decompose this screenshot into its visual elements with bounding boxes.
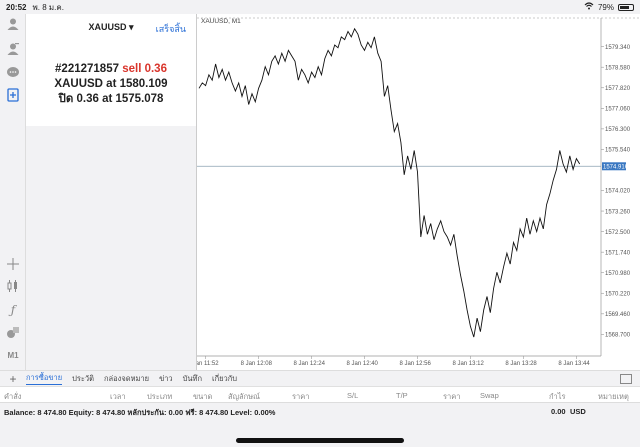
status-bar: 20:52 พ. 8 ม.ค. 79% <box>0 0 640 14</box>
tab-journal[interactable]: บันทึก <box>183 373 202 385</box>
add-icon[interactable]: + <box>0 372 26 386</box>
col-swap: Swap <box>480 391 499 400</box>
price-tick-label: 1575.540 <box>605 148 631 154</box>
date: พ. 8 ม.ค. <box>32 2 64 12</box>
left-toolbar: ƒ M1 <box>0 14 26 370</box>
col-sl: S/L <box>347 391 359 400</box>
balance-profit: 0.00 <box>551 407 566 416</box>
battery-icon <box>618 3 634 11</box>
trade-table-header: คำสั่ง เวลา ประเภท ขนาด สัญลักษณ์ ราคา S… <box>0 386 640 402</box>
person-add-icon[interactable] <box>5 41 21 57</box>
chart-svg: XAUUSD, M1 1579.340 1578.580 1577.820 1577.0… <box>197 17 640 367</box>
price-tick-label: 1570.220 <box>605 291 631 297</box>
order-side: sell 0.36 <box>122 63 167 75</box>
order-open-line: XAUUSD at 1580.109 <box>54 78 168 90</box>
tab-history[interactable]: ประวัติ <box>72 373 94 385</box>
price-tick-label: 1574.020 <box>605 189 631 195</box>
order-close-line: ปิด 0.36 at 1575.078 <box>58 93 164 105</box>
time-tick-label: 8 Jan 12:40 <box>347 361 379 367</box>
col-tp: T/P <box>396 391 408 400</box>
function-icon[interactable]: ƒ <box>5 302 21 318</box>
battery-percent: 79% <box>597 2 614 12</box>
tab-mailbox[interactable]: กล่องจดหมาย <box>104 373 149 385</box>
order-ticket: #221271857 <box>55 63 119 75</box>
price-tick-label: 1579.340 <box>605 45 631 51</box>
price-chart[interactable]: XAUUSD, M1 1579.340 1578.580 1577.820 1577.0… <box>196 14 640 370</box>
chat-icon[interactable] <box>5 64 21 80</box>
price-tick-label: 1573.260 <box>605 209 631 215</box>
price-tick-label: 1577.820 <box>605 86 631 92</box>
time-tick-label: 8 Jan 13:28 <box>505 361 537 367</box>
tab-news[interactable]: ข่าว <box>159 373 173 385</box>
terminal-tabs: + การซื้อขาย ประวัติ กล่องจดหมาย ข่าว บั… <box>0 370 640 386</box>
home-area <box>0 418 640 447</box>
symbol-selector[interactable]: XAUUSD ▾ <box>88 22 133 33</box>
price-tick-label: 1578.580 <box>605 65 631 71</box>
current-price-label: 1574.916 <box>603 165 629 171</box>
time-tick-label: 8 Jan 11:52 <box>197 361 219 367</box>
expand-icon[interactable] <box>620 373 632 384</box>
done-button[interactable]: เสร็จสิ้น <box>156 22 186 36</box>
price-tick-label: 1577.060 <box>605 107 631 113</box>
time-tick-label: 8 Jan 12:24 <box>294 361 326 367</box>
price-tick-label: 1568.700 <box>605 333 631 339</box>
time-tick-label: 8 Jan 13:12 <box>452 361 484 367</box>
price-tick-label: 1571.740 <box>605 250 631 256</box>
person-icon[interactable] <box>5 16 21 32</box>
balance-currency: USD <box>570 407 586 416</box>
candles-icon[interactable] <box>5 278 21 294</box>
wifi-icon <box>584 2 594 12</box>
chart-title: XAUUSD, M1 <box>201 18 241 25</box>
new-order-icon[interactable] <box>5 87 21 103</box>
price-series-line <box>198 27 581 338</box>
tab-about[interactable]: เกี่ยวกับ <box>212 373 237 385</box>
timeframe-label[interactable]: M1 <box>5 347 21 363</box>
price-tick-label: 1572.500 <box>605 230 631 236</box>
clock: 20:52 <box>6 2 27 12</box>
balance-bar: Balance: 8 474.80 Equity: 8 474.80 หลักป… <box>0 402 640 418</box>
crosshair-icon[interactable] <box>5 256 21 272</box>
time-tick-label: 8 Jan 13:44 <box>558 361 590 367</box>
time-tick-label: 8 Jan 12:08 <box>241 361 273 367</box>
home-indicator[interactable] <box>236 438 404 443</box>
order-panel: XAUUSD ▾ เสร็จสิ้น #221271857 sell 0.36 … <box>26 14 196 126</box>
objects-icon[interactable] <box>5 324 21 340</box>
tab-trade[interactable]: การซื้อขาย <box>26 372 63 385</box>
time-tick-label: 8 Jan 12:56 <box>399 361 431 367</box>
price-tick-label: 1569.460 <box>605 312 631 318</box>
price-tick-label: 1576.300 <box>605 127 631 133</box>
price-tick-label: 1570.980 <box>605 271 631 277</box>
